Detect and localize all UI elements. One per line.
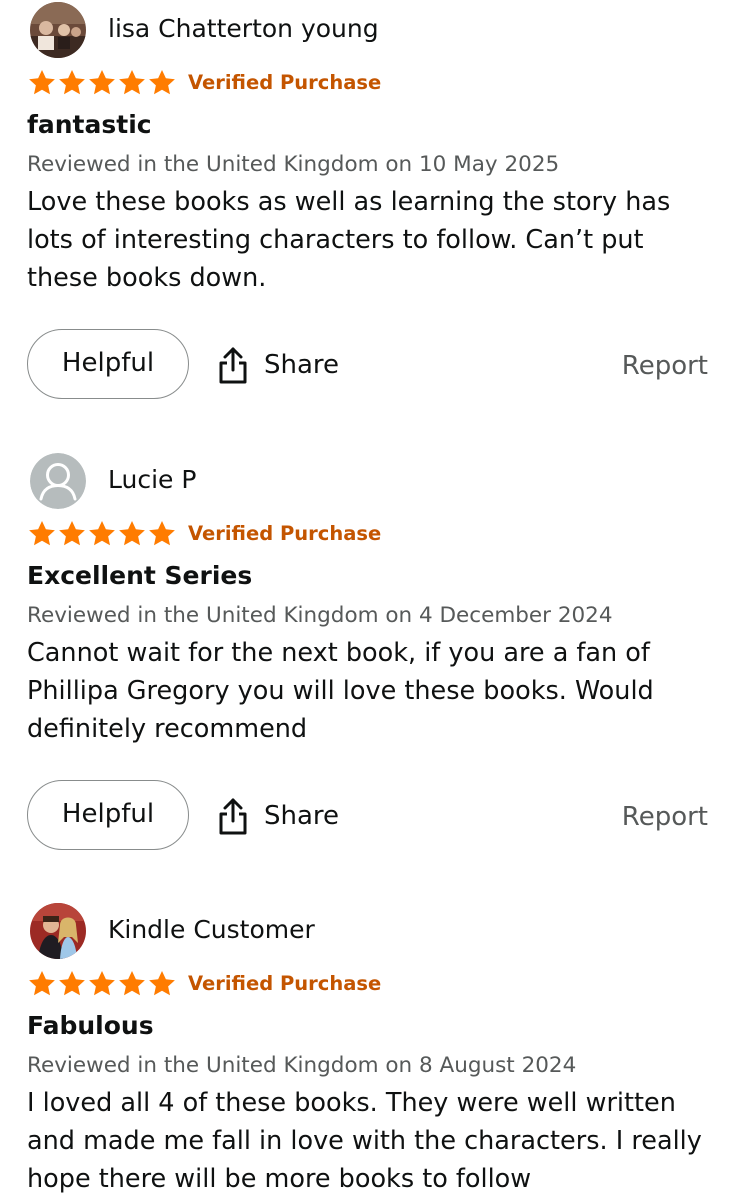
star-icon (119, 521, 145, 546)
star-icon (29, 521, 55, 546)
report-link[interactable]: Report (622, 349, 708, 383)
reviewer-name[interactable]: lisa Chatterton young (108, 14, 379, 44)
reviewer-name[interactable]: Lucie P (108, 465, 196, 495)
review-body-line: I loved all 4 of these books. They were … (27, 1088, 676, 1118)
star-icon (119, 971, 145, 996)
review-body-line: Phillipa Gregory you will love these boo… (27, 676, 654, 706)
star-icon (89, 971, 115, 996)
star-icon (29, 70, 55, 95)
review-body-line: and made me fall in love with the charac… (27, 1126, 702, 1156)
review-date: Reviewed in the United Kingdom on 4 Dece… (27, 603, 613, 628)
share-button[interactable]: Share (216, 794, 339, 838)
review-title: fantastic (27, 110, 152, 139)
review-title: Fabulous (27, 1011, 154, 1040)
verified-purchase-badge: Verified Purchase (188, 522, 382, 545)
review-date: Reviewed in the United Kingdom on 10 May… (27, 152, 560, 177)
share-icon (219, 347, 247, 384)
reviewer-avatar[interactable] (30, 2, 86, 58)
review-body: Love these books as well as learning the… (27, 183, 717, 297)
star-icon (149, 971, 175, 996)
star-icon (89, 521, 115, 546)
review-body-line: these books down. (27, 263, 267, 293)
report-link[interactable]: Report (622, 800, 708, 834)
star-icon (59, 971, 85, 996)
star-icon (119, 70, 145, 95)
star-icon (89, 70, 115, 95)
reviewer-avatar[interactable] (30, 903, 86, 959)
review-body-line: Cannot wait for the next book, if you ar… (27, 638, 650, 668)
share-icon (219, 798, 247, 835)
share-button[interactable]: Share (216, 343, 339, 387)
star-rating (27, 519, 177, 549)
verified-purchase-badge: Verified Purchase (188, 972, 382, 995)
share-label: Share (264, 801, 340, 831)
review-body-line: hope there will be more books to follow (27, 1164, 532, 1194)
review-body-line: Love these books as well as learning the… (27, 187, 671, 217)
review-title: Excellent Series (27, 561, 253, 590)
star-rating (27, 969, 177, 999)
helpful-button[interactable]: Helpful (27, 780, 189, 850)
review-body-line: lots of interesting characters to follow… (27, 225, 644, 255)
default-avatar-icon[interactable] (30, 453, 86, 509)
share-label: Share (264, 350, 340, 380)
review-body: I loved all 4 of these books. They were … (27, 1084, 717, 1198)
star-rating (27, 68, 177, 98)
review-body-line: definitely recommend (27, 714, 308, 744)
star-icon (59, 521, 85, 546)
star-icon (29, 971, 55, 996)
star-icon (59, 70, 85, 95)
review-body: Cannot wait for the next book, if you ar… (27, 634, 717, 748)
verified-purchase-badge: Verified Purchase (188, 71, 382, 94)
helpful-button[interactable]: Helpful (27, 329, 189, 399)
reviewer-name[interactable]: Kindle Customer (108, 915, 315, 945)
star-icon (149, 70, 175, 95)
star-icon (149, 521, 175, 546)
review-date: Reviewed in the United Kingdom on 8 Augu… (27, 1053, 577, 1078)
